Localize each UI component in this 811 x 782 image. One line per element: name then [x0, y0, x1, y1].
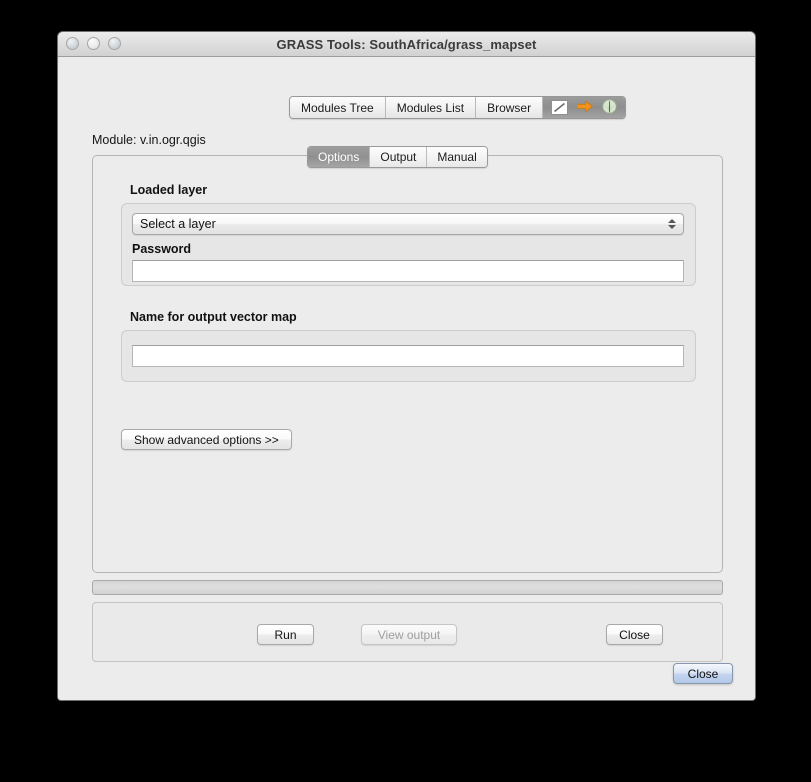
show-advanced-options-button[interactable]: Show advanced options >>: [121, 429, 292, 450]
tab-modules-tree[interactable]: Modules Tree: [290, 97, 386, 118]
window-titlebar: GRASS Tools: SouthAfrica/grass_mapset: [58, 32, 755, 57]
options-tab-panel: Loaded layer Select a layer Password Nam…: [92, 155, 723, 573]
module-name-label: Module: v.in.ogr.qgis: [92, 133, 206, 147]
window-title: GRASS Tools: SouthAfrica/grass_mapset: [276, 36, 537, 52]
progress-bar: [92, 580, 723, 595]
tab-output[interactable]: Output: [370, 147, 428, 167]
tab-manual[interactable]: Manual: [427, 147, 487, 167]
layer-select-value: Select a layer: [140, 217, 216, 231]
minimize-button[interactable]: [87, 37, 100, 50]
output-vector-map-input[interactable]: [132, 345, 684, 367]
tab-browser[interactable]: Browser: [476, 97, 544, 118]
action-button-panel: Run View output Close: [92, 602, 723, 662]
output-vector-map-label: Name for output vector map: [130, 310, 297, 324]
zoom-button[interactable]: [108, 37, 121, 50]
password-label: Password: [132, 242, 192, 256]
module-tab-bar: Options Output Manual: [307, 146, 488, 168]
screen-root: GRASS Tools: SouthAfrica/grass_mapset Mo…: [0, 0, 811, 782]
window-body: Modules Tree Modules List Browser Module…: [58, 57, 755, 700]
close-action-button[interactable]: Close: [606, 624, 663, 645]
orange-arrow-icon: [576, 100, 593, 116]
output-vector-map-group: [121, 330, 696, 382]
tab-modules-list[interactable]: Modules List: [385, 97, 477, 118]
password-input[interactable]: [132, 260, 684, 282]
grass-logo-icon: [602, 99, 617, 117]
top-tab-bar: Modules Tree Modules List Browser: [289, 96, 627, 119]
grass-tools-window: GRASS Tools: SouthAfrica/grass_mapset Mo…: [57, 31, 756, 701]
layer-select-combo[interactable]: Select a layer: [132, 213, 684, 235]
run-button[interactable]: Run: [257, 624, 314, 645]
loaded-layer-label: Loaded layer: [130, 183, 208, 197]
window-close-button[interactable]: Close: [673, 663, 733, 684]
tab-module-icons[interactable]: [543, 97, 626, 118]
tab-options[interactable]: Options: [308, 147, 371, 167]
diagonal-line-icon: [551, 100, 569, 115]
view-output-button[interactable]: View output: [361, 624, 457, 645]
close-button[interactable]: [66, 37, 79, 50]
chevron-updown-icon: [667, 214, 677, 234]
window-controls: [66, 37, 121, 50]
loaded-layer-group: Select a layer Password: [121, 203, 696, 286]
